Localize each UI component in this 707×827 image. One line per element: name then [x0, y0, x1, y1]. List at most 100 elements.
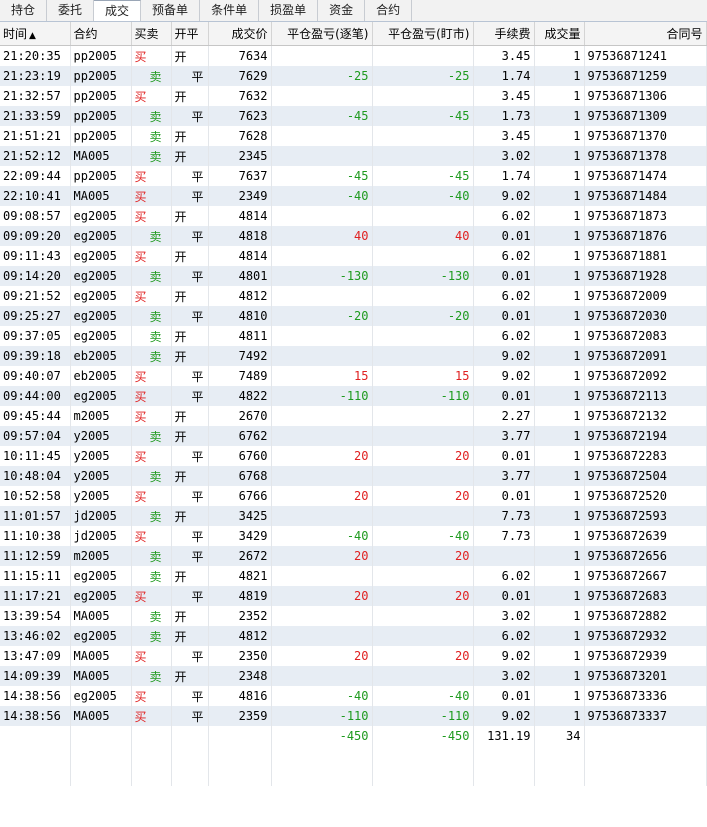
total-pnl-mark: -450 — [372, 726, 474, 746]
cell-order-no: 97536871474 — [584, 166, 707, 186]
cell-qty: 1 — [534, 546, 585, 566]
table-row[interactable]: 13:46:02 eg2005 卖开 4812 6.02 1 97536872932 — [0, 626, 707, 646]
table-row[interactable]: 09:39:18 eb2005 卖开 7492 9.02 1 97536872091 — [0, 346, 707, 366]
cell-price: 6760 — [208, 446, 272, 466]
tab-5[interactable]: 损盈单 — [259, 0, 319, 21]
table-row[interactable]: 09:44:00 eg2005 买平 4822 -110 -110 0.01 1 9753687… — [0, 386, 707, 406]
table-row[interactable]: 22:10:41 MA005 买平 2349 -40 -40 9.02 1 9753687148… — [0, 186, 707, 206]
cell-time: 14:38:56 — [0, 706, 71, 726]
table-row[interactable]: 14:38:56 MA005 买平 2359 -110 -110 9.02 1 97536873… — [0, 706, 707, 726]
col-header-time[interactable]: 时间 ▲ — [0, 22, 71, 46]
cell-open-close: 平 — [171, 446, 209, 466]
empty-row — [0, 766, 707, 786]
table-row[interactable]: 14:38:56 eg2005 买平 4816 -40 -40 0.01 1 975368733… — [0, 686, 707, 706]
tab-1[interactable]: 委托 — [47, 0, 95, 21]
cell-contract: jd2005 — [70, 506, 132, 526]
cell-fee: 1.74 — [473, 66, 535, 86]
table-row[interactable]: 09:21:52 eg2005 买开 4812 6.02 1 97536872009 — [0, 286, 707, 306]
tab-3[interactable]: 预备单 — [141, 0, 201, 21]
cell-fee: 3.45 — [473, 126, 535, 146]
cell-side: 卖 — [131, 266, 172, 286]
cell-price: 4818 — [208, 226, 272, 246]
cell-order-no: 97536872091 — [584, 346, 707, 366]
cell-pnl-trade — [271, 466, 373, 486]
tab-4[interactable]: 条件单 — [200, 0, 260, 21]
cell-time: 09:11:43 — [0, 246, 71, 266]
cell-pnl-trade: -110 — [271, 706, 373, 726]
cell-price: 7623 — [208, 106, 272, 126]
cell-pnl-mark: -40 — [372, 686, 474, 706]
cell-pnl-trade — [271, 246, 373, 266]
table-row[interactable]: 21:23:19 pp2005 卖平 7629 -25 -25 1.74 1 975368712… — [0, 66, 707, 86]
col-header-price[interactable]: 成交价 — [208, 22, 272, 46]
table-row[interactable]: 09:25:27 eg2005 卖平 4810 -20 -20 0.01 1 975368720… — [0, 306, 707, 326]
cell-qty: 1 — [534, 246, 585, 266]
table-row[interactable]: 13:39:54 MA005 卖开 2352 3.02 1 97536872882 — [0, 606, 707, 626]
col-header-order-no[interactable]: 合同号 — [584, 22, 707, 46]
cell-side: 买 — [131, 166, 172, 186]
cell-qty: 1 — [534, 486, 585, 506]
table-row[interactable]: 11:01:57 jd2005 卖开 3425 7.73 1 97536872593 — [0, 506, 707, 526]
cell-pnl-mark — [372, 466, 474, 486]
table-row[interactable]: 11:12:59 m2005 卖平 2672 20 20 1 97536872656 — [0, 546, 707, 566]
cell-time: 22:09:44 — [0, 166, 71, 186]
cell-pnl-trade — [271, 426, 373, 446]
table-row[interactable]: 13:47:09 MA005 买平 2350 20 20 9.02 1 97536872939 — [0, 646, 707, 666]
cell-contract: eg2005 — [70, 626, 132, 646]
cell-side: 卖 — [131, 226, 172, 246]
table-row[interactable]: 10:52:58 y2005 买平 6766 20 20 0.01 1 97536872520 — [0, 486, 707, 506]
cell-open-close: 开 — [171, 146, 209, 166]
col-header-qty[interactable]: 成交量 — [534, 22, 585, 46]
table-row[interactable]: 09:57:04 y2005 卖开 6762 3.77 1 97536872194 — [0, 426, 707, 446]
cell-pnl-trade: 20 — [271, 546, 373, 566]
table-row[interactable]: 10:48:04 y2005 卖开 6768 3.77 1 97536872504 — [0, 466, 707, 486]
cell-fee: 9.02 — [473, 186, 535, 206]
cell-contract: eb2005 — [70, 366, 132, 386]
table-row[interactable]: 14:09:39 MA005 卖开 2348 3.02 1 97536873201 — [0, 666, 707, 686]
table-row[interactable]: 09:08:57 eg2005 买开 4814 6.02 1 97536871873 — [0, 206, 707, 226]
col-header-open-close[interactable]: 开平 — [171, 22, 209, 46]
table-row[interactable]: 09:45:44 m2005 买开 2670 2.27 1 97536872132 — [0, 406, 707, 426]
table-row[interactable]: 21:52:12 MA005 卖开 2345 3.02 1 97536871378 — [0, 146, 707, 166]
tab-2[interactable]: 成交 — [94, 0, 142, 21]
cell-order-no: 97536871241 — [584, 45, 707, 66]
cell-side: 买 — [131, 286, 172, 306]
table-row[interactable]: 09:14:20 eg2005 卖平 4801 -130 -130 0.01 1 9753687… — [0, 266, 707, 286]
table-row[interactable]: 09:37:05 eg2005 卖开 4811 6.02 1 97536872083 — [0, 326, 707, 346]
total-pnl-trade: -450 — [271, 726, 373, 746]
tab-6[interactable]: 资金 — [318, 0, 366, 21]
col-header-pnl-mark[interactable]: 平仓盈亏(盯市) — [372, 22, 474, 46]
cell-contract: MA005 — [70, 606, 132, 626]
table-row[interactable]: 09:09:20 eg2005 卖平 4818 40 40 0.01 1 97536871876 — [0, 226, 707, 246]
cell-side: 买 — [131, 206, 172, 226]
cell-time: 11:15:11 — [0, 566, 71, 586]
cell-fee: 3.77 — [473, 426, 535, 446]
table-row[interactable]: 10:11:45 y2005 买平 6760 20 20 0.01 1 97536872283 — [0, 446, 707, 466]
cell-qty: 1 — [534, 206, 585, 226]
cell-order-no: 97536872667 — [584, 566, 707, 586]
col-header-side[interactable]: 买卖 — [131, 22, 172, 46]
col-header-pnl-trade[interactable]: 平仓盈亏(逐笔) — [271, 22, 373, 46]
table-row[interactable]: 11:15:11 eg2005 卖开 4821 6.02 1 97536872667 — [0, 566, 707, 586]
table-row[interactable]: 11:10:38 jd2005 买平 3429 -40 -40 7.73 1 975368726… — [0, 526, 707, 546]
cell-pnl-mark: 20 — [372, 486, 474, 506]
tab-7[interactable]: 合约 — [365, 0, 413, 21]
cell-price: 4801 — [208, 266, 272, 286]
table-row[interactable]: 21:32:57 pp2005 买开 7632 3.45 1 97536871306 — [0, 86, 707, 106]
cell-side: 卖 — [131, 326, 172, 346]
table-row[interactable]: 21:20:35 pp2005 买开 7634 3.45 1 97536871241 — [0, 45, 707, 66]
table-row[interactable]: 09:11:43 eg2005 买开 4814 6.02 1 97536871881 — [0, 246, 707, 266]
cell-price: 7492 — [208, 346, 272, 366]
table-row[interactable]: 21:33:59 pp2005 卖平 7623 -45 -45 1.73 1 975368713… — [0, 106, 707, 126]
col-header-fee[interactable]: 手续费 — [473, 22, 535, 46]
cell-pnl-trade: -130 — [271, 266, 373, 286]
table-row[interactable]: 09:40:07 eb2005 买平 7489 15 15 9.02 1 97536872092 — [0, 366, 707, 386]
col-header-contract[interactable]: 合约 — [70, 22, 132, 46]
table-row[interactable]: 22:09:44 pp2005 买平 7637 -45 -45 1.74 1 975368714… — [0, 166, 707, 186]
tab-0[interactable]: 持仓 — [0, 0, 48, 21]
cell-pnl-mark: -20 — [372, 306, 474, 326]
cell-order-no: 97536871876 — [584, 226, 707, 246]
table-row[interactable]: 11:17:21 eg2005 买平 4819 20 20 0.01 1 97536872683 — [0, 586, 707, 606]
table-row[interactable]: 21:51:21 pp2005 卖开 7628 3.45 1 97536871370 — [0, 126, 707, 146]
empty-cell — [131, 766, 172, 786]
